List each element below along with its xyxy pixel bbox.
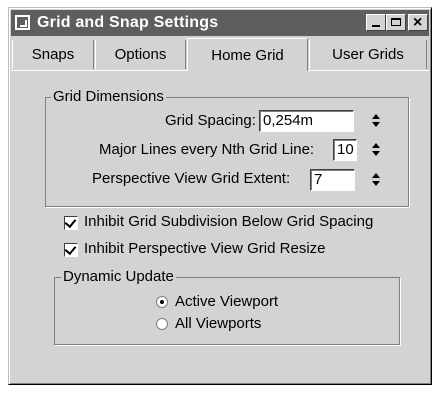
dynamic-update-legend: Dynamic Update: [61, 268, 176, 285]
major-lines-input[interactable]: 10: [333, 139, 357, 161]
tab-home-grid[interactable]: Home Grid: [187, 38, 308, 71]
checkmark-icon: [64, 242, 77, 256]
all-viewports-label[interactable]: All Viewports: [175, 315, 261, 333]
major-lines-spinner[interactable]: [370, 140, 384, 160]
maximize-button[interactable]: [386, 14, 406, 31]
window-title: Grid and Snap Settings: [37, 14, 219, 31]
perspective-extent-spinner[interactable]: [370, 170, 384, 190]
tab-snaps[interactable]: Snaps: [12, 40, 94, 69]
major-lines-label: Major Lines every Nth Grid Line:: [99, 141, 315, 158]
minimize-button[interactable]: [366, 14, 386, 31]
grid-spacing-input[interactable]: 0,254m: [259, 110, 354, 132]
grid-spacing-label: Grid Spacing:: [165, 112, 256, 129]
spinner-up-icon[interactable]: [372, 173, 380, 178]
tab-user-grids[interactable]: User Grids: [309, 40, 427, 69]
perspective-extent-label: Perspective View Grid Extent:: [92, 170, 291, 187]
grid-dimensions-legend: Grid Dimensions: [51, 88, 166, 105]
radio-selected-icon: [160, 300, 164, 304]
active-viewport-radio[interactable]: [156, 296, 168, 308]
all-viewports-radio[interactable]: [156, 318, 168, 330]
dynamic-update-group: [54, 277, 400, 345]
close-icon: ×: [413, 14, 423, 31]
spinner-down-icon[interactable]: [372, 151, 380, 156]
inhibit-resize-checkbox[interactable]: [64, 242, 78, 257]
perspective-extent-input[interactable]: 7: [310, 169, 355, 191]
active-viewport-label[interactable]: Active Viewport: [175, 293, 278, 311]
grid-spacing-spinner[interactable]: [370, 111, 384, 131]
close-button[interactable]: ×: [408, 14, 428, 31]
spinner-up-icon[interactable]: [372, 143, 380, 148]
tab-options[interactable]: Options: [95, 40, 186, 69]
app-icon: [15, 15, 30, 30]
spinner-down-icon[interactable]: [372, 181, 380, 186]
inhibit-subdivision-label[interactable]: Inhibit Grid Subdivision Below Grid Spac…: [84, 213, 373, 231]
spinner-down-icon[interactable]: [372, 122, 380, 127]
title-bar[interactable]: Grid and Snap Settings ×: [11, 10, 429, 36]
inhibit-resize-label[interactable]: Inhibit Perspective View Grid Resize: [84, 240, 326, 258]
inhibit-subdivision-checkbox[interactable]: [64, 215, 78, 230]
grid-snap-settings-window: Grid and Snap Settings × Snaps Options H…: [8, 7, 432, 385]
checkmark-icon: [64, 215, 77, 229]
spinner-up-icon[interactable]: [372, 114, 380, 119]
